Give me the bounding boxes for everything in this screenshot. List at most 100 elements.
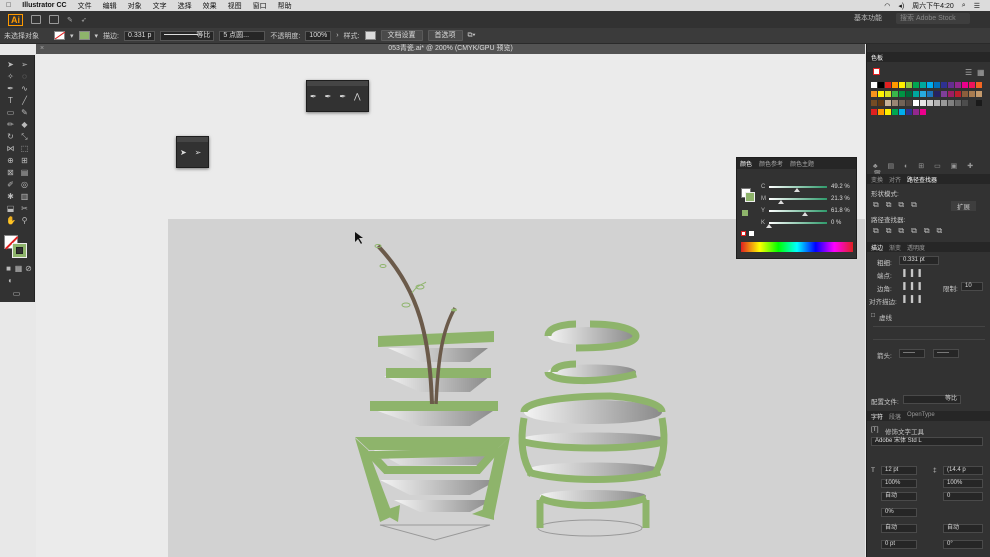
swatch[interactable]	[934, 82, 940, 88]
variable-width-profile[interactable]: 等比	[160, 30, 215, 41]
swatch[interactable]	[941, 100, 947, 106]
channel-value[interactable]: 49.2 %	[831, 184, 850, 190]
tab-transform[interactable]: 变换	[871, 175, 883, 184]
none-swatch[interactable]	[873, 68, 880, 75]
menu-effect[interactable]: 效果	[203, 1, 217, 11]
tab-gradient[interactable]: 渐变	[889, 243, 901, 252]
swatch[interactable]	[969, 82, 975, 88]
menu-help[interactable]: 帮助	[278, 1, 292, 11]
chevron-down-icon[interactable]: ▾	[70, 32, 74, 40]
rectangle-tool-icon[interactable]: ▭	[6, 109, 15, 117]
artboard-tool-icon[interactable]: ⬓	[6, 205, 15, 213]
baseline-shift-field[interactable]: 0 pt	[881, 540, 917, 549]
pen-tool-icon[interactable]: ✒	[6, 85, 15, 93]
swatch[interactable]	[962, 91, 968, 97]
volume-icon[interactable]: ◂)	[898, 2, 904, 10]
swatch[interactable]	[885, 109, 891, 115]
pencil-icon[interactable]: ✏	[6, 121, 15, 129]
stock-search-input[interactable]: 搜索 Adobe Stock	[896, 13, 970, 24]
swatch[interactable]	[913, 100, 919, 106]
brush-definition[interactable]: 5 点圆...	[219, 30, 266, 41]
bridge-icon[interactable]	[31, 15, 41, 24]
arrowhead-start[interactable]: ——	[899, 349, 925, 358]
chevron-right-icon[interactable]: ›	[336, 32, 338, 39]
swatch[interactable]	[920, 82, 926, 88]
slider-thumb[interactable]	[794, 187, 801, 192]
tab-paragraph[interactable]: 段落	[889, 412, 901, 421]
swatch[interactable]	[976, 82, 982, 88]
swatch[interactable]	[955, 91, 961, 97]
graphic-style-swatch[interactable]	[364, 31, 376, 40]
swatch[interactable]	[934, 100, 940, 106]
touch-type-tool[interactable]: 修饰文字工具	[885, 426, 924, 436]
eraser-icon[interactable]: ◆	[20, 121, 29, 129]
tab-transparency[interactable]: 透明度	[907, 243, 925, 252]
grid-view-icon[interactable]: ▦	[977, 68, 985, 77]
kerning-field[interactable]: 自动	[881, 492, 917, 501]
eyedropper-icon[interactable]: ✐	[6, 181, 15, 189]
swatch[interactable]	[976, 100, 982, 106]
app-menu[interactable]: Illustrator CC	[22, 2, 66, 9]
tab-pathfinder[interactable]: 路径查找器	[907, 175, 937, 184]
paintbrush-icon[interactable]: ✎	[20, 109, 29, 117]
swatch[interactable]	[878, 109, 884, 115]
swatch[interactable]	[871, 91, 877, 97]
aki-left-field[interactable]: 自动	[881, 524, 917, 533]
swatch[interactable]	[899, 91, 905, 97]
free-transform-icon[interactable]: ⬚	[20, 145, 29, 153]
swatch[interactable]	[927, 91, 933, 97]
wifi-icon[interactable]: ◠	[884, 2, 890, 10]
swatch[interactable]	[892, 82, 898, 88]
gradient-mode-icon[interactable]: ▦	[14, 265, 23, 273]
swatch[interactable]	[941, 91, 947, 97]
weight-field[interactable]: 0.331 pt	[899, 256, 939, 265]
symbol-sprayer-icon[interactable]: ✱	[6, 193, 15, 201]
swatch[interactable]	[871, 100, 877, 106]
font-size-field[interactable]: 12 pt	[881, 466, 917, 475]
anchor-point-tool-icon[interactable]: ⋀	[354, 92, 361, 101]
line-tool-icon[interactable]: ╱	[20, 97, 29, 105]
channel-slider-y[interactable]: Y 61.8 %	[761, 206, 855, 216]
perspective-grid-icon[interactable]: ⊞	[20, 157, 29, 165]
swatch[interactable]	[976, 91, 982, 97]
swatch[interactable]	[969, 91, 975, 97]
blend-tool-icon[interactable]: ◎	[20, 181, 29, 189]
chevron-down-icon[interactable]: ▾	[95, 32, 99, 40]
align-stroke-buttons[interactable]: ▐▐▐	[901, 296, 924, 303]
delete-anchor-icon[interactable]: ✒	[339, 92, 346, 101]
swatch[interactable]	[885, 91, 891, 97]
artwork[interactable]	[168, 219, 865, 557]
tsume-field[interactable]: 0%	[881, 508, 917, 517]
channel-value[interactable]: 21.3 %	[831, 196, 850, 202]
tab-character[interactable]: 字符	[871, 412, 883, 421]
swatch[interactable]	[955, 82, 961, 88]
stroke-weight-field[interactable]: 0.331 p	[123, 30, 156, 41]
draw-mode-icon[interactable]: ◐	[6, 277, 15, 285]
swatch[interactable]	[906, 82, 912, 88]
gpu-performance-icon[interactable]: ➶	[81, 16, 87, 24]
swatch[interactable]	[962, 82, 968, 88]
shape-builder-icon[interactable]: ⊕	[6, 157, 15, 165]
swatch[interactable]	[920, 109, 926, 115]
preferences-button[interactable]: 首选项	[427, 30, 463, 41]
horizontal-scale-field[interactable]: 100%	[943, 479, 983, 488]
notification-icon[interactable]: ☰	[974, 2, 980, 10]
document-setup-button[interactable]: 文档设置	[380, 30, 423, 41]
swatch[interactable]	[878, 100, 884, 106]
swatch[interactable]	[948, 82, 954, 88]
tab-stroke[interactable]: 描边	[871, 243, 883, 252]
swatch-grid[interactable]	[871, 82, 985, 166]
brush-icon[interactable]: ✎	[67, 16, 73, 24]
tab-align[interactable]: 对齐	[889, 175, 901, 184]
menu-object[interactable]: 对象	[128, 1, 142, 11]
channel-slider-m[interactable]: M 21.3 %	[761, 194, 855, 204]
swatch[interactable]	[927, 100, 933, 106]
slider-track[interactable]	[766, 221, 827, 228]
document-tab[interactable]: × 053青瓷.ai* @ 200% (CMYK/GPU 预览)	[36, 44, 865, 54]
white-swatch[interactable]	[749, 231, 754, 236]
slider-thumb[interactable]	[766, 223, 772, 228]
spotlight-icon[interactable]: ⌕	[962, 2, 966, 10]
swatch[interactable]	[871, 82, 877, 88]
color-spectrum[interactable]	[741, 242, 853, 252]
stroke-color-box[interactable]	[12, 243, 27, 258]
